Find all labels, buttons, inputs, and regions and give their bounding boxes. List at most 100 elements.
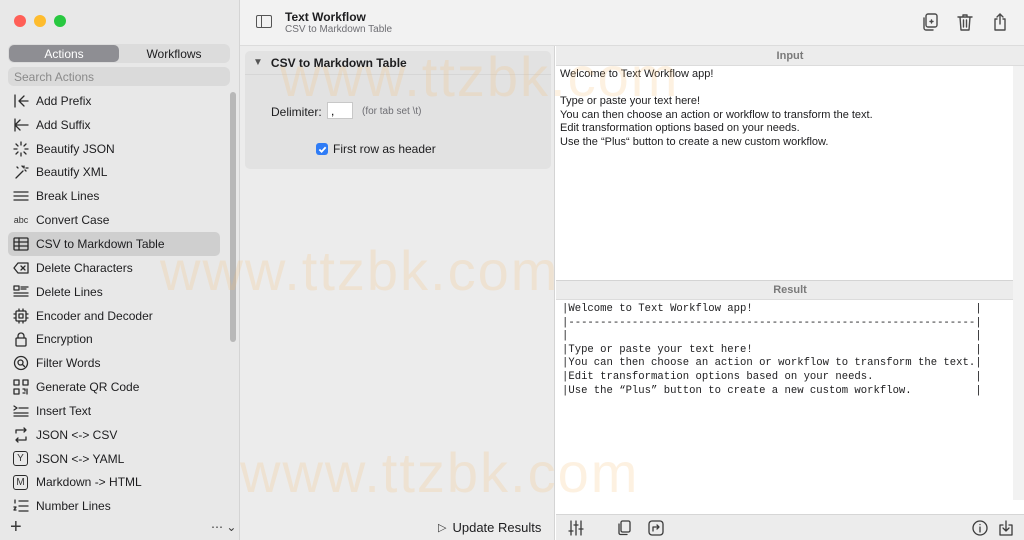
result-text-area[interactable]: |Welcome to Text Workflow app! | |------… [556,301,1013,500]
numbered-list-icon [11,498,31,513]
list-item-selected[interactable]: CSV to Markdown Table [8,232,220,256]
magnifier-icon [11,355,31,371]
first-row-header-label: First row as header [333,142,436,156]
list-item[interactable]: Delete Characters [8,256,220,280]
m-box-icon-text: M [16,476,25,488]
info-icon[interactable] [972,520,988,536]
insert-text-icon [11,403,31,419]
save-download-icon[interactable] [998,520,1014,536]
action-options-pane: ▼ CSV to Markdown Table Delimiter: (for … [240,46,555,540]
right-gutter [1013,66,1024,500]
minimize-window-button[interactable] [34,15,46,27]
tab-workflows[interactable]: Workflows [119,45,229,62]
list-item[interactable]: Add Suffix [8,113,220,137]
list-item-label: Filter Words [36,356,101,371]
action-header[interactable]: ▼ CSV to Markdown Table [245,51,551,75]
list-item-label: Delete Lines [36,284,103,299]
replace-input-icon[interactable] [648,520,664,536]
list-item-label: Add Suffix [36,117,91,132]
swap-icon [11,427,31,443]
list-item[interactable]: M Markdown -> HTML [8,471,220,495]
y-box-icon: Y [13,451,28,467]
sparkle-icon [11,140,31,157]
list-item[interactable]: JSON <-> CSV [8,423,220,447]
list-item-label: Number Lines [36,499,111,513]
y-box-icon-text: Y [17,453,24,465]
list-item[interactable]: Y JSON <-> YAML [8,447,220,471]
delete-lines-icon [11,284,31,300]
list-item-label: Add Prefix [36,93,92,108]
delimiter-hint: (for tab set \t) [362,106,422,117]
list-item[interactable]: Add Prefix [8,89,220,113]
action-options-box: ▼ CSV to Markdown Table Delimiter: (for … [245,51,551,169]
lock-icon [11,331,31,348]
table-icon [11,236,31,252]
list-item-label: Beautify JSON [36,141,115,156]
trash-icon[interactable] [955,12,975,32]
update-results-label: Update Results [452,520,542,535]
abc-icon: abc [11,212,31,228]
list-item[interactable]: Break Lines [8,184,220,208]
tab-actions[interactable]: Actions [9,45,119,62]
sidebar-scrollbar[interactable] [230,92,236,342]
list-item[interactable]: Beautify JSON [8,137,220,161]
first-row-header-option[interactable]: First row as header [316,142,436,156]
share-icon[interactable] [990,12,1010,32]
disclosure-triangle-icon[interactable]: ▼ [253,57,263,68]
action-title: CSV to Markdown Table [270,55,407,70]
copy-icon[interactable] [616,520,632,536]
window-subtitle: CSV to Markdown Table [285,24,393,35]
list-item-label: Convert Case [36,213,110,228]
list-item[interactable]: Encoder and Decoder [8,304,220,328]
list-item-label: Insert Text [36,403,92,418]
update-results-button[interactable]: ▷ Update Results [438,520,541,535]
actions-list: Add Prefix Add Suffix Beautify JSON Beau… [8,89,220,513]
sidebar: Actions Workflows Add Prefix Add Suffix … [0,0,240,540]
result-header: Result [556,280,1024,300]
close-window-button[interactable] [14,15,26,27]
qrcode-icon [11,379,31,395]
sliders-icon[interactable] [568,520,584,536]
duplicate-icon[interactable] [920,12,940,32]
add-prefix-icon [11,93,31,109]
list-item[interactable]: abc Convert Case [8,208,220,232]
list-item[interactable]: Encryption [8,327,220,351]
delimiter-input[interactable] [327,102,353,119]
first-row-header-checkbox[interactable] [316,143,328,155]
m-box-icon: M [13,474,28,490]
window-title: Text Workflow [285,10,366,24]
list-item[interactable]: Insert Text [8,399,220,423]
play-icon: ▷ [438,522,447,534]
list-item[interactable]: Delete Lines [8,280,220,304]
delimiter-label: Delimiter: [271,105,322,119]
sidebar-bottom-bar: + ⋯ ⌄ [0,514,240,540]
zoom-window-button[interactable] [54,15,66,27]
list-item[interactable]: Beautify XML [8,161,220,185]
delete-left-icon [11,260,31,276]
list-item-label: Encoder and Decoder [36,308,153,323]
checkmark-icon [318,146,326,153]
input-header: Input [556,46,1024,66]
list-item-label: CSV to Markdown Table [36,236,165,251]
abc-icon-text: abc [13,215,29,226]
list-item[interactable]: Generate QR Code [8,375,220,399]
sidebar-segmented-control: Actions Workflows [8,44,230,63]
search-actions-input[interactable] [8,67,230,86]
add-suffix-icon [11,117,31,133]
list-item[interactable]: Filter Words [8,351,220,375]
input-text-area[interactable]: Welcome to Text Workflow app! Type or pa… [556,66,1013,279]
list-item-label: JSON <-> CSV [36,427,118,442]
list-item-label: Encryption [36,332,93,347]
lines-icon [11,188,31,204]
add-workflow-button[interactable]: + [10,517,22,537]
sidebar-toggle-icon[interactable] [256,15,272,28]
more-options-button[interactable]: ⋯ ⌄ [211,520,236,534]
chip-icon [11,307,31,324]
list-item-label: JSON <-> YAML [36,451,125,466]
result-bottom-bar [556,514,1024,540]
list-item[interactable]: Number Lines [8,494,220,513]
window-controls [14,15,66,27]
window-toolbar: Text Workflow CSV to Markdown Table [240,0,1024,46]
list-item-label: Delete Characters [36,260,133,275]
list-item-label: Generate QR Code [36,380,140,395]
